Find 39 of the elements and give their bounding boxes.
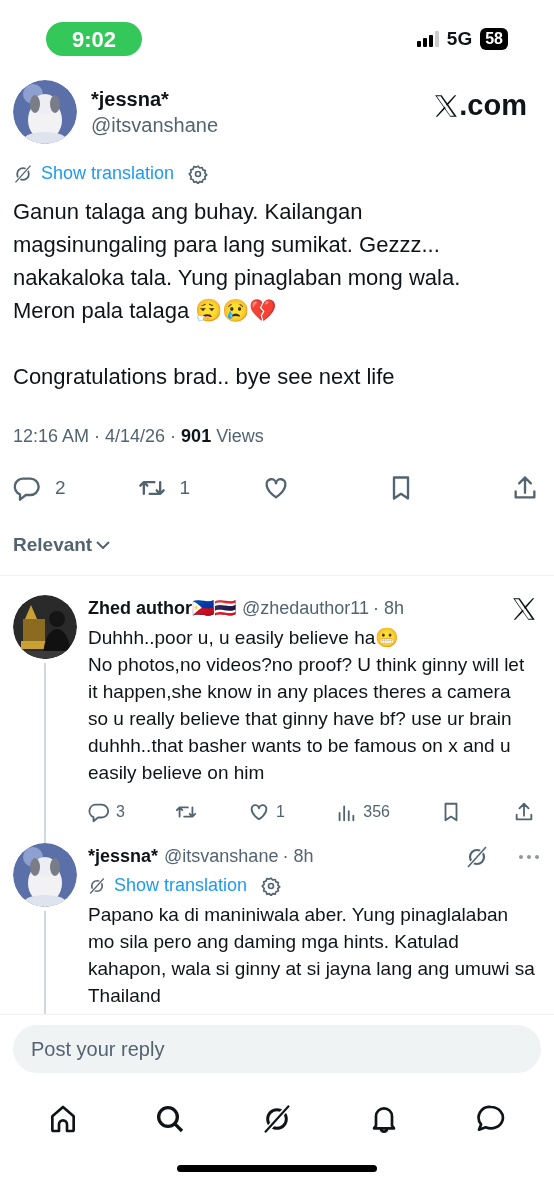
reply-age: · 8h [282,845,315,868]
sort-dropdown[interactable]: Relevant [13,530,111,559]
reply-author-name[interactable]: *jessna* [88,843,159,870]
author-name[interactable]: *jessna* [91,86,420,112]
settings-icon[interactable] [188,163,209,184]
speech-bubble-icon[interactable] [88,801,110,823]
reply-author-name[interactable]: Zhed author🇵🇭🇹🇭 [88,595,236,622]
show-translation-link[interactable]: Show translation [114,872,248,899]
grok-icon[interactable] [465,844,489,869]
action-count: 1 [275,802,285,822]
more-icon[interactable] [519,854,539,859]
action-count: 1 [179,476,191,500]
reply-field[interactable]: Post your reply [13,1025,541,1073]
post-text: Ganun talaga ang buhay. Kailangan magsinungaling para lang sumikat. Gezzz... nakakaloka tala. Yung pinaglaban mong wala. Meron pala talaga 😮‍💨😢💔 [13,198,462,325]
status-time: 9:02 [46,22,142,56]
show-translation-link[interactable]: Show translation [41,160,175,187]
signal-icon [416,31,439,47]
action-count: 356 [363,802,390,822]
post-timestamp-views: 12:16 AM · 4/14/26 · 901 Views [13,425,264,448]
grok-icon [88,876,106,895]
settings-icon[interactable] [261,875,282,896]
author-handle[interactable]: @itsvanshane [91,112,420,138]
reply-author-handle[interactable]: @itsvanshane [164,843,279,870]
x-logo-icon [433,93,460,119]
speech-bubble-icon[interactable] [13,474,41,503]
network-label: 5G [446,26,473,51]
action-count: 2 [55,476,66,500]
reply-author-handle[interactable]: @zhedauthor11 [242,595,370,622]
reply-text: Papano ka di maniniwala aber. Yung pinaglalaban mo sila pero ang daming mga hints. Katulad kahapon, wala si ginny at si jayna lang ang umuwi sa Thailand [88,903,536,1008]
reply-text: Duhhh..poor u, u easily believe ha😬 No photos,no videos?no proof? U think ginny will let it happen,she know in any places theres a camera so u really believe that ginny have bf? use ur brain duhhh..that basher wants to be famous on x and u easily believe on him [88,626,526,785]
reply-age: · 8h [373,597,406,620]
site-label: .com [459,91,527,119]
grok-icon[interactable] [261,1103,293,1135]
battery-level: 58 [480,28,508,50]
action-count: 3 [116,802,125,822]
grok-icon [13,163,33,184]
chevron-down-icon [96,540,111,549]
x-logo-icon [511,595,537,622]
post-text: Congratulations brad.. bye see next life [13,363,396,391]
